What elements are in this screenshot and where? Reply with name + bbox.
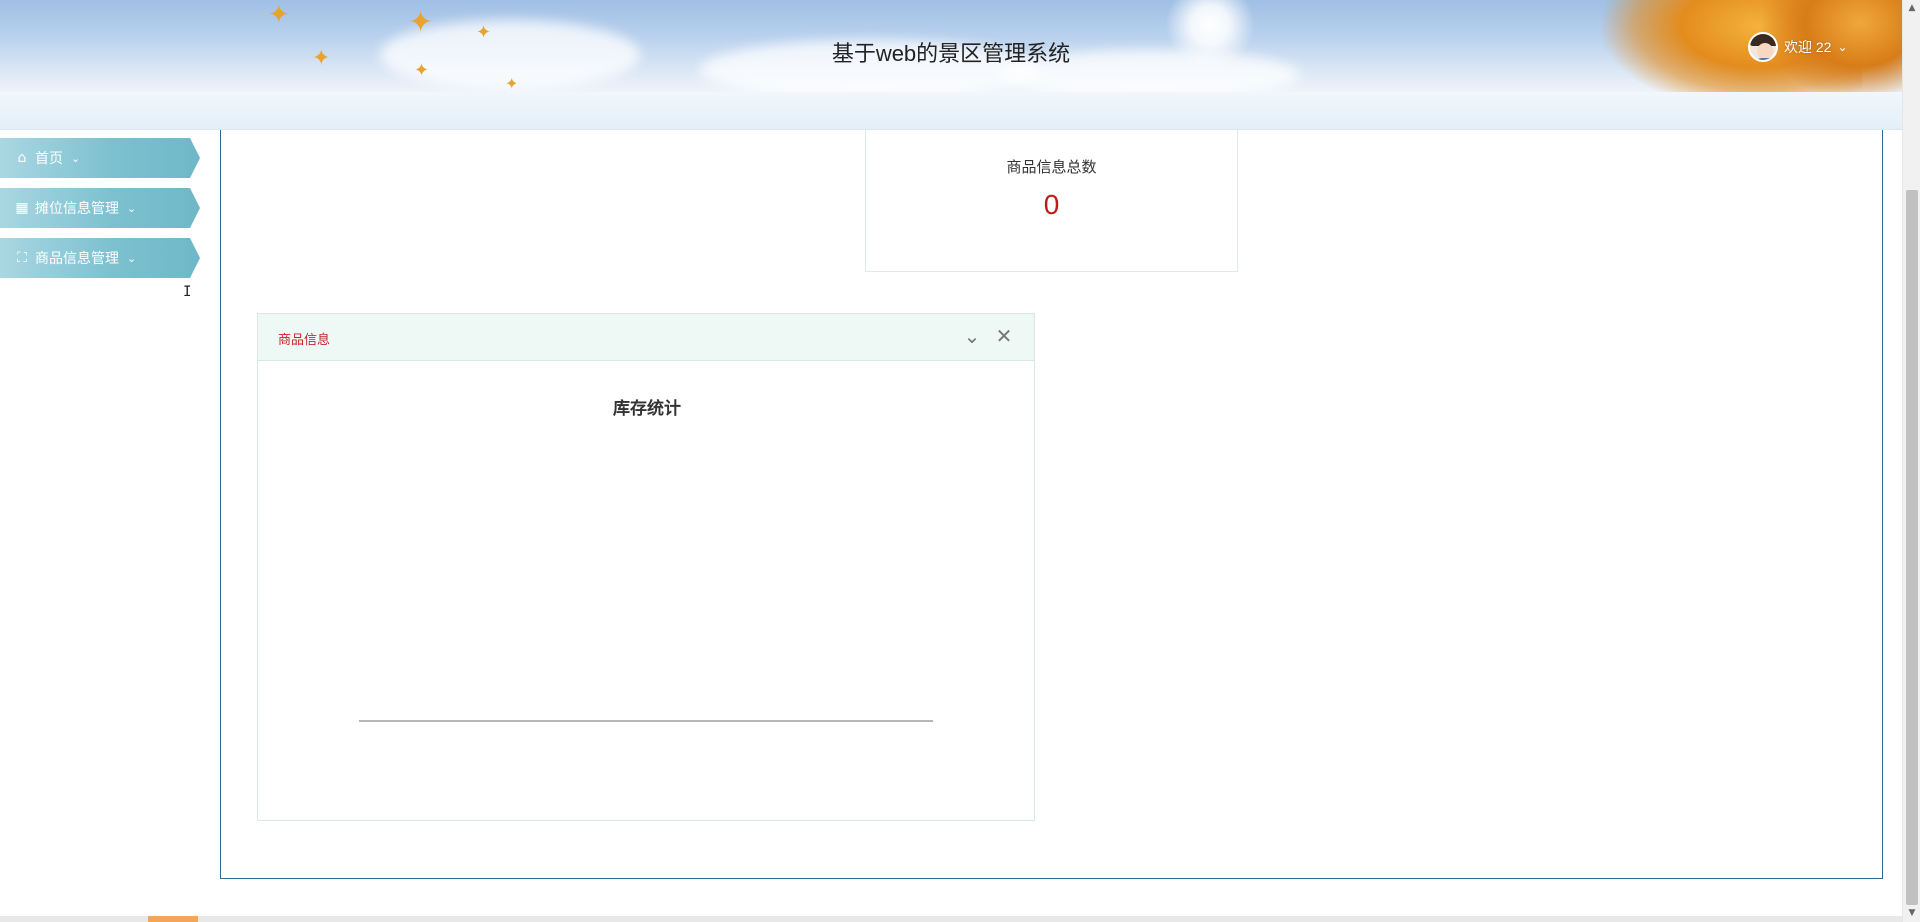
- scroll-down-icon[interactable]: ▼: [1903, 905, 1920, 922]
- horizontal-scrollbar[interactable]: [0, 916, 1902, 922]
- panel-tools: ⌄ ✕: [962, 324, 1014, 348]
- sidebar-item-label: 摊位信息管理: [35, 200, 119, 216]
- close-icon[interactable]: ✕: [994, 324, 1014, 348]
- chevron-down-icon[interactable]: ⌄: [962, 324, 982, 348]
- text-cursor-icon: Ι: [183, 284, 192, 300]
- goods-info-panel: 商品信息 ⌄ ✕ 库存统计: [257, 313, 1035, 821]
- leaf-icon: ✦: [505, 74, 519, 92]
- sidebar-item-home[interactable]: ⌂ 首页 ⌄: [0, 138, 200, 178]
- site-title: 基于web的景区管理系统: [831, 41, 1071, 66]
- taskbar-accent: [148, 916, 198, 922]
- sidebar-item-label: 首页: [35, 150, 63, 166]
- user-menu[interactable]: 欢迎 22 ⌄: [1748, 32, 1848, 62]
- sub-header-bar: [0, 92, 1902, 130]
- user-welcome-label: 欢迎 22: [1784, 39, 1832, 55]
- inventory-chart: [359, 720, 933, 722]
- sidebar: ⌂ 首页 ⌄ ▦ 摊位信息管理 ⌄ ⛶ 商品信息管理 ⌄: [0, 138, 200, 288]
- panel-title: 商品信息: [278, 332, 331, 347]
- crop-icon: ⛶: [17, 250, 27, 266]
- stat-card-goods-total: 商品信息总数 0: [865, 130, 1238, 272]
- scroll-up-icon[interactable]: ▲: [1903, 0, 1920, 17]
- stat-label: 商品信息总数: [1006, 159, 1097, 176]
- vertical-scrollbar[interactable]: ▲ ▼: [1902, 0, 1920, 922]
- chevron-down-icon: ⌄: [1837, 40, 1848, 54]
- sidebar-item-stall-management[interactable]: ▦ 摊位信息管理 ⌄: [0, 188, 200, 228]
- stat-value: 0: [1043, 189, 1060, 220]
- chart-title: 库存统计: [613, 399, 681, 418]
- avatar: [1748, 32, 1778, 62]
- home-icon: ⌂: [17, 150, 27, 166]
- sidebar-item-goods-management[interactable]: ⛶ 商品信息管理 ⌄: [0, 238, 200, 278]
- sidebar-item-label: 商品信息管理: [35, 250, 119, 266]
- scrollbar-thumb[interactable]: [1906, 190, 1918, 905]
- panel-header: 商品信息 ⌄ ✕: [258, 314, 1034, 361]
- chevron-down-icon: ⌄: [71, 151, 81, 165]
- top-header: ✦ ✦ ✦ ✦ ✦ ✦ 基于web的景区管理系统 欢迎 22 ⌄: [0, 0, 1902, 92]
- grid-icon: ▦: [15, 200, 29, 216]
- leaf-icon: ✦: [268, 0, 290, 30]
- chevron-down-icon: ⌄: [127, 251, 137, 265]
- leaf-icon: ✦: [408, 5, 434, 40]
- chevron-down-icon: ⌄: [127, 201, 137, 215]
